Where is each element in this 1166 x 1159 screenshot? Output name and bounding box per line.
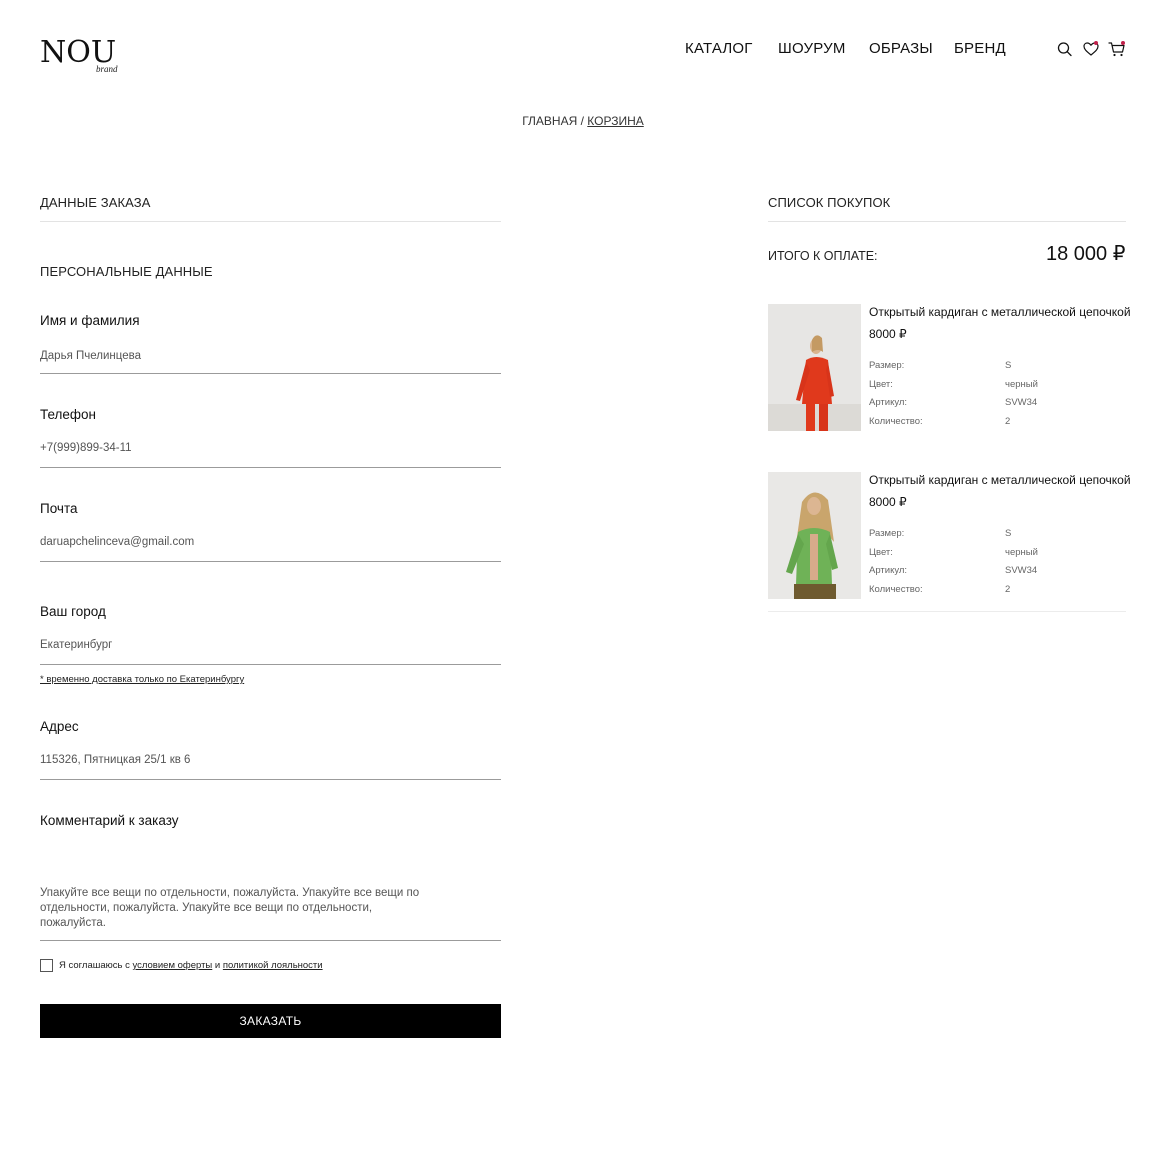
breadcrumb-current[interactable]: КОРЗИНА — [587, 114, 643, 128]
product-name[interactable]: Открытый кардиган с металлической цепочк… — [869, 305, 1131, 319]
spec-qty-value: 2 — [1005, 416, 1011, 427]
agree-checkbox[interactable] — [40, 959, 53, 972]
spec-qty-value: 2 — [1005, 584, 1011, 595]
name-field[interactable]: Дарья Пчелинцева — [40, 350, 501, 362]
name-field-underline — [40, 373, 501, 374]
phone-label: Телефон — [40, 407, 97, 422]
search-icon[interactable] — [1056, 40, 1074, 58]
address-field-underline — [40, 779, 501, 780]
city-field-underline — [40, 664, 501, 665]
product-price: 8000 ₽ — [869, 327, 907, 341]
loyalty-policy-link[interactable]: политикой лояльности — [223, 960, 323, 971]
agree-mid: и — [212, 960, 223, 971]
order-data-title: ДАННЫЕ ЗАКАЗА — [40, 195, 151, 210]
total-label: ИТОГО К ОПЛАТЕ: — [768, 249, 878, 263]
comment-field[interactable]: Упакуйте все вещи по отдельности, пожалу… — [40, 886, 420, 931]
comment-label: Комментарий к заказу — [40, 813, 179, 828]
spec-qty-key: Количество: — [869, 584, 923, 595]
product-price: 8000 ₽ — [869, 495, 907, 509]
breadcrumb-separator: / — [577, 114, 588, 128]
logo-subtitle: brand — [96, 64, 118, 74]
address-field[interactable]: 115326, Пятницкая 25/1 кв 6 — [40, 754, 501, 766]
spec-sku-value: SVW34 — [1005, 397, 1038, 408]
spec-sku-key: Артикул: — [869, 397, 908, 408]
nav-brand[interactable]: БРЕНД — [954, 40, 1006, 57]
brand-logo[interactable]: NOU brand — [40, 36, 130, 80]
nav-catalog[interactable]: КАТАЛОГ — [685, 40, 753, 57]
spec-size-key: Размер: — [869, 528, 905, 539]
spec-size-value: S — [1005, 360, 1012, 371]
spec-color-key: Цвет: — [869, 547, 893, 558]
spec-sku-key: Артикул: — [869, 565, 908, 576]
breadcrumb-home[interactable]: ГЛАВНАЯ — [522, 114, 577, 128]
email-label: Почта — [40, 501, 78, 516]
spec-qty-key: Количество: — [869, 416, 923, 427]
product-image[interactable] — [768, 472, 861, 599]
comment-field-underline — [40, 940, 501, 941]
product-name[interactable]: Открытый кардиган с металлической цепочк… — [869, 473, 1131, 487]
wishlist-badge-dot — [1094, 41, 1098, 45]
city-delivery-note: * временно доставка только по Екатеринбу… — [40, 674, 245, 685]
personal-data-title: ПЕРСОНАЛЬНЫЕ ДАННЫЕ — [40, 264, 213, 279]
address-label: Адрес — [40, 719, 79, 734]
email-field[interactable]: daruapchelinceva@gmail.com — [40, 536, 501, 548]
order-title-divider — [40, 221, 501, 222]
name-label: Имя и фамилия — [40, 313, 140, 328]
spec-color-value: черный — [1005, 547, 1038, 558]
agree-text: Я соглашаюсь с условием оферты и политик… — [59, 960, 323, 971]
spec-color-key: Цвет: — [869, 379, 893, 390]
nav-showroom[interactable]: ШОУРУМ — [778, 40, 846, 57]
cart-bottom-divider — [768, 611, 1126, 612]
cart-list-title: СПИСОК ПОКУПОК — [768, 195, 891, 210]
spec-size-value: S — [1005, 528, 1012, 539]
email-field-underline — [40, 561, 501, 562]
spec-color-value: черный — [1005, 379, 1038, 390]
city-field[interactable]: Екатеринбург — [40, 639, 501, 651]
spec-size-key: Размер: — [869, 360, 905, 371]
offer-terms-link[interactable]: условием оферты — [132, 960, 212, 971]
nav-looks[interactable]: ОБРАЗЫ — [869, 40, 933, 57]
spec-sku-value: SVW34 — [1005, 565, 1038, 576]
phone-field[interactable]: +7(999)899-34-11 — [40, 442, 501, 454]
phone-field-underline — [40, 467, 501, 468]
city-label: Ваш город — [40, 604, 106, 619]
order-submit-button[interactable]: ЗАКАЗАТЬ — [40, 1004, 501, 1038]
agree-prefix: Я соглашаюсь с — [59, 960, 133, 971]
product-image[interactable] — [768, 304, 861, 431]
total-value: 18 000 ₽ — [1046, 243, 1126, 265]
breadcrumb: ГЛАВНАЯ / КОРЗИНА — [0, 114, 1166, 128]
cart-title-divider — [768, 221, 1126, 222]
cart-badge-dot — [1121, 41, 1125, 45]
